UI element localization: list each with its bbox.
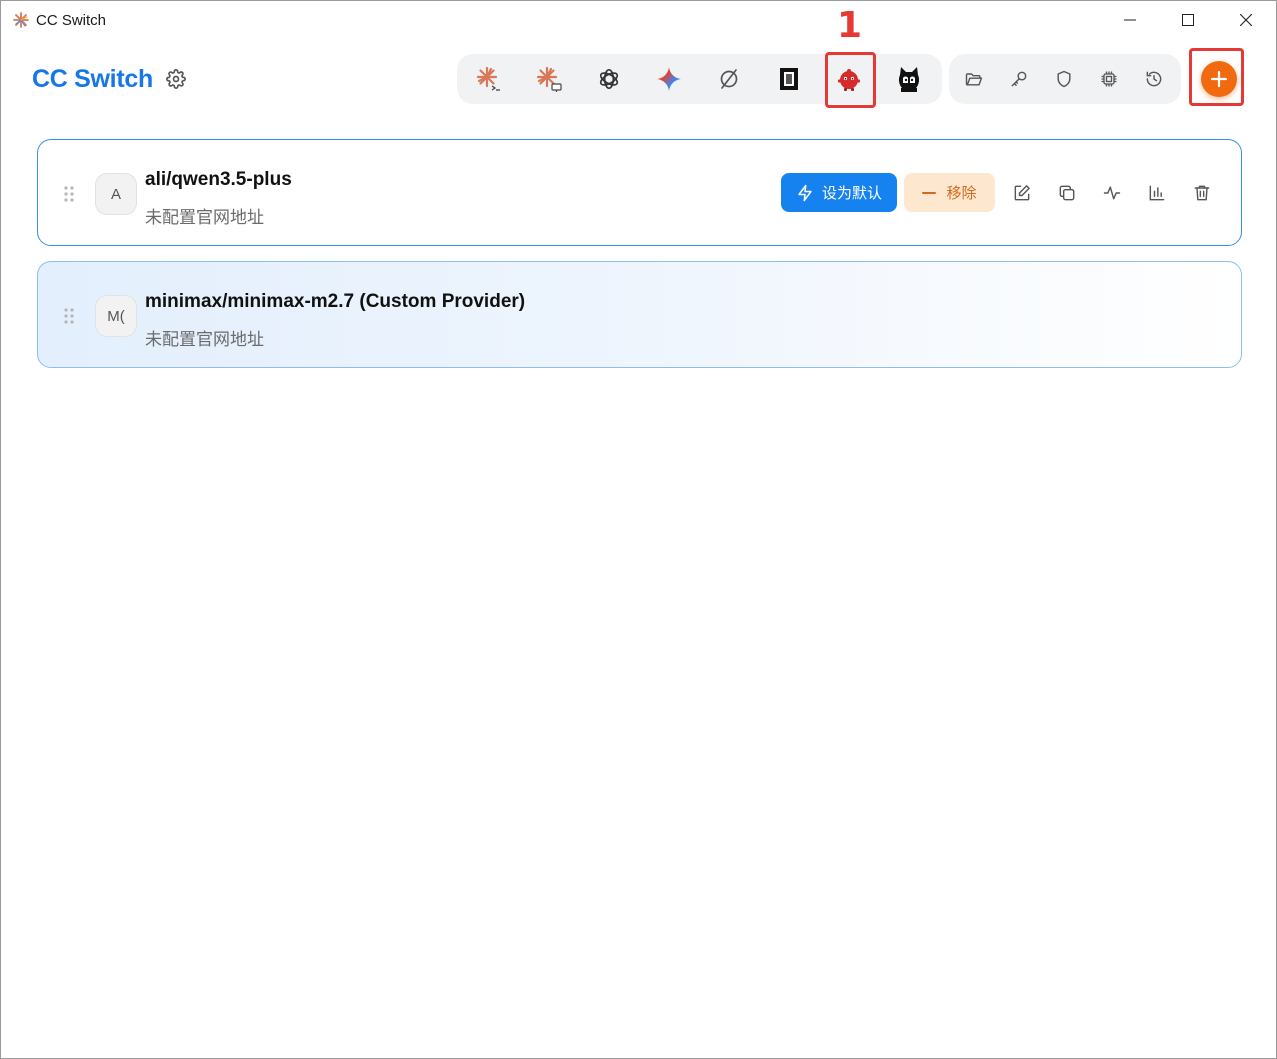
minus-icon	[922, 191, 937, 194]
shield-icon	[1057, 70, 1071, 88]
app-gemini[interactable]	[651, 61, 687, 97]
close-icon	[1240, 14, 1252, 26]
remove-button[interactable]: 移除	[904, 173, 995, 212]
window-title: CC Switch	[36, 12, 107, 29]
history-button[interactable]	[1138, 63, 1170, 95]
bar-chart-icon	[1149, 185, 1165, 201]
app-cat-mascot[interactable]	[891, 61, 927, 97]
minimize-icon	[1124, 19, 1136, 21]
title-bar: CC Switch	[1, 1, 1276, 39]
minimize-button[interactable]	[1101, 1, 1159, 39]
chip-icon	[1101, 71, 1117, 87]
open-folder-button[interactable]	[958, 63, 990, 95]
provider-url-status: 未配置官网地址	[145, 330, 264, 349]
provider-name: ali/qwen3.5-plus	[145, 169, 292, 190]
remove-label: 移除	[946, 185, 977, 202]
security-button[interactable]	[1048, 63, 1080, 95]
key-icon	[1011, 71, 1027, 87]
toolbar	[949, 54, 1181, 104]
test-latency-button[interactable]	[1099, 180, 1125, 206]
duplicate-button[interactable]	[1054, 180, 1080, 206]
history-icon	[1146, 71, 1162, 87]
folder-icon	[965, 73, 983, 86]
trash-icon	[1194, 185, 1210, 201]
provider-name: minimax/minimax-m2.7 (Custom Provider)	[145, 291, 526, 312]
set-default-label: 设为默认	[821, 185, 882, 202]
usage-stats-button[interactable]	[1144, 180, 1170, 206]
maximize-icon	[1182, 14, 1194, 26]
maximize-button[interactable]	[1159, 1, 1217, 39]
app-opencode[interactable]	[711, 61, 747, 97]
app-openai-codex[interactable]	[591, 61, 627, 97]
drag-handle-icon[interactable]	[63, 185, 75, 203]
provider-avatar: M(	[95, 295, 137, 337]
close-button[interactable]	[1217, 1, 1275, 39]
delete-button[interactable]	[1189, 180, 1215, 206]
mcp-button[interactable]	[1093, 63, 1125, 95]
edit-button[interactable]	[1009, 180, 1035, 206]
provider-card-active[interactable]: M( minimax/minimax-m2.7 (Custom Provider…	[37, 261, 1242, 368]
gear-icon	[166, 69, 186, 89]
annotation-highlight-app	[825, 52, 876, 108]
provider-url-status: 未配置官网地址	[145, 208, 264, 227]
api-keys-button[interactable]	[1003, 63, 1035, 95]
annotation-highlight-add	[1189, 48, 1244, 106]
openai-codex-icon	[599, 68, 619, 90]
app-terminal[interactable]	[771, 61, 807, 97]
cat-mascot-app-icon	[898, 67, 920, 92]
app-window: CC Switch CC Switch 1 A ali/qwen3.5-plus…	[0, 0, 1277, 1059]
sunburst-logo-icon	[13, 12, 29, 28]
lightning-icon	[798, 184, 812, 201]
app-claude-code[interactable]	[471, 61, 507, 97]
provider-card[interactable]: A ali/qwen3.5-plus 未配置官网地址 设为默认 移除	[37, 139, 1242, 246]
opencode-icon	[720, 69, 738, 89]
copy-icon	[1059, 185, 1075, 201]
activity-icon	[1103, 186, 1121, 200]
settings-button[interactable]	[164, 67, 188, 91]
provider-avatar: A	[95, 173, 137, 215]
claude-code-icon	[476, 66, 500, 91]
edit-icon	[1014, 185, 1030, 201]
gemini-icon	[657, 67, 681, 91]
annotation-number: 1	[837, 5, 863, 46]
terminal-app-icon	[780, 68, 798, 90]
drag-handle-icon[interactable]	[63, 307, 75, 325]
set-default-button[interactable]: 设为默认	[781, 173, 897, 212]
claude-desktop-icon	[536, 66, 562, 92]
brand-title: CC Switch	[32, 65, 153, 93]
app-claude-desktop[interactable]	[531, 61, 567, 97]
